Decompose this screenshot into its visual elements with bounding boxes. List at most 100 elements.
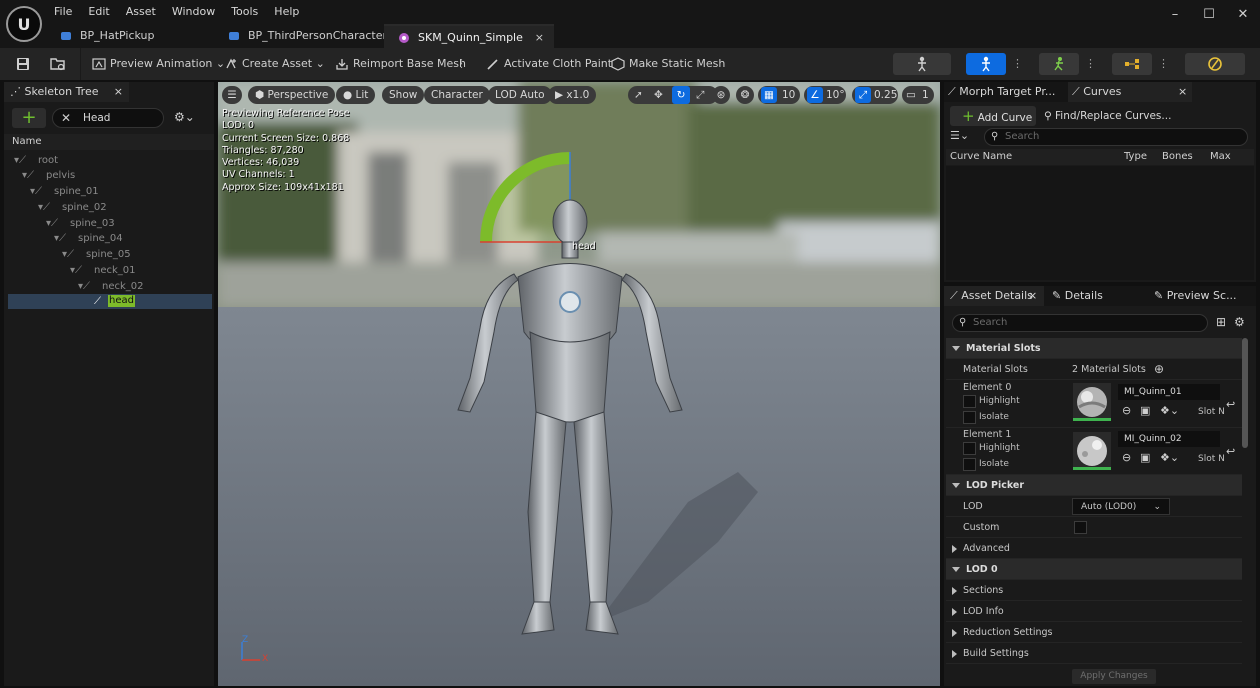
bone-row-spine-03[interactable]: ▾⟋ spine_03 (8, 216, 212, 231)
lod-dropdown[interactable]: Auto (LOD0) ⌄ (1072, 498, 1170, 515)
clear-search-icon[interactable]: ✕ (61, 111, 71, 125)
table-view-icon[interactable]: ⊞ (1216, 315, 1226, 329)
save-icon[interactable] (16, 57, 30, 71)
viewport-options-menu-icon[interactable]: ☰ (222, 86, 242, 104)
use-selected-arrow-icon[interactable]: ⊖ (1122, 404, 1131, 417)
highlight-checkbox[interactable] (963, 442, 976, 455)
camera-speed-control[interactable]: ▭ 1 (902, 86, 934, 104)
type-column[interactable]: Type (1124, 149, 1147, 165)
mesh-mode-options-icon[interactable]: ⋮ (1012, 48, 1023, 80)
settings-gear-icon[interactable]: ⚙ (1234, 315, 1245, 329)
add-curve-button[interactable]: + Add Curve (950, 106, 1036, 126)
grid-snap-control[interactable]: ▦ 10 (758, 86, 800, 104)
reimport-base-mesh-button[interactable]: Reimport Base Mesh (335, 48, 466, 80)
tab-asset-details[interactable]: ⟋ Asset Details × (944, 286, 1044, 306)
bones-column[interactable]: Bones (1162, 149, 1193, 165)
filter-icon[interactable]: ☰⌄ (950, 129, 969, 142)
bone-row-neck-01[interactable]: ▾⟋ neck_01 (8, 263, 212, 278)
bone-search-input[interactable]: ✕ Head (52, 108, 164, 128)
animation-mode-button[interactable] (1039, 53, 1079, 75)
lod-auto-button[interactable]: LOD Auto (488, 86, 552, 104)
character-button[interactable]: Character (424, 86, 490, 104)
mesh-mode-button[interactable] (966, 53, 1006, 75)
rotate-icon[interactable]: ↻ (672, 86, 690, 104)
close-tab-icon[interactable]: × (114, 82, 123, 102)
lod-info-row[interactable]: LOD Info (946, 601, 1242, 622)
maximize-button[interactable]: ☐ (1192, 0, 1226, 30)
add-slot-icon[interactable]: ⊕ (1154, 359, 1164, 380)
material-thumbnail[interactable] (1073, 432, 1111, 470)
material-slots-section-header[interactable]: Material Slots (946, 338, 1242, 359)
build-settings-row[interactable]: Build Settings (946, 643, 1242, 664)
angle-snap-control[interactable]: ∠ 10° (804, 86, 846, 104)
blueprint-mode-button[interactable] (1112, 53, 1152, 75)
details-search-input[interactable]: ⚲ Search (952, 314, 1208, 332)
preview-animation-button[interactable]: Preview Animation ⌄ (92, 48, 225, 80)
use-selected-arrow-icon[interactable]: ⊖ (1122, 451, 1131, 464)
select-arrow-icon[interactable]: ➚ (634, 86, 643, 104)
physics-mode-button[interactable] (1185, 53, 1245, 75)
menu-help[interactable]: Help (266, 3, 307, 21)
tab-skeleton-tree[interactable]: ⋰ Skeleton Tree × (4, 82, 129, 102)
menu-tools[interactable]: Tools (223, 3, 266, 21)
bone-row-root[interactable]: ▾⟋ root (8, 153, 212, 168)
show-button[interactable]: Show (382, 86, 425, 104)
tree-settings-gear-icon[interactable]: ⚙⌄ (174, 110, 195, 124)
material-name-field[interactable]: MI_Quinn_02 (1118, 431, 1220, 447)
animation-mode-options-icon[interactable]: ⋮ (1085, 48, 1096, 80)
close-tab-icon[interactable]: × (1028, 286, 1037, 306)
bone-row-spine-04[interactable]: ▾⟋ spine_04 (8, 231, 212, 246)
menu-window[interactable]: Window (164, 3, 223, 21)
advanced-row[interactable]: Advanced (946, 538, 1242, 559)
close-tab-icon[interactable]: × (1178, 82, 1187, 102)
scale-icon[interactable]: ⤢ (696, 86, 704, 104)
browse-folder-icon[interactable] (50, 57, 66, 71)
world-local-icon[interactable]: ⊛ (712, 86, 730, 104)
find-replace-curves-button[interactable]: ⚲ Find/Replace Curves... (1044, 106, 1171, 126)
reset-arrow-icon[interactable]: ↩ (1226, 445, 1235, 458)
apply-changes-button[interactable]: Apply Changes (1072, 669, 1156, 684)
material-options-icon[interactable]: ❖⌄ (1160, 404, 1179, 417)
activate-cloth-paint-button[interactable]: Activate Cloth Paint (486, 48, 612, 80)
custom-checkbox[interactable] (1074, 521, 1087, 534)
tab-details[interactable]: ✎ Details (1044, 286, 1148, 306)
curve-search-input[interactable]: ⚲ Search (984, 128, 1248, 146)
minimize-button[interactable]: – (1158, 0, 1192, 30)
preview-viewport[interactable]: head Z X ☰ ⬢ Perspective ● Lit Show Char… (218, 82, 940, 686)
reset-arrow-icon[interactable]: ↩ (1226, 398, 1235, 411)
add-bone-button[interactable]: + (12, 108, 46, 128)
menu-asset[interactable]: Asset (118, 3, 164, 21)
bone-row-neck-02[interactable]: ▾⟋ neck_02 (8, 279, 212, 294)
isolate-checkbox[interactable] (963, 411, 976, 424)
close-window-button[interactable]: ✕ (1226, 0, 1260, 30)
blueprint-mode-options-icon[interactable]: ⋮ (1158, 48, 1169, 80)
curve-name-column[interactable]: Curve Name (950, 149, 1012, 165)
tab-bp-hatpickup[interactable]: BP_HatPickup (46, 24, 216, 48)
lod0-section-header[interactable]: LOD 0 (946, 559, 1242, 580)
highlight-checkbox[interactable] (963, 395, 976, 408)
material-name-field[interactable]: MI_Quinn_01 (1118, 384, 1220, 400)
reduction-settings-row[interactable]: Reduction Settings (946, 622, 1242, 643)
material-options-icon[interactable]: ❖⌄ (1160, 451, 1179, 464)
browse-to-asset-icon[interactable]: ▣ (1140, 451, 1150, 464)
bone-row-pelvis[interactable]: ▾⟋ pelvis (8, 168, 212, 183)
bone-row-spine-02[interactable]: ▾⟋ spine_02 (8, 200, 212, 215)
scale-snap-control[interactable]: ⤢ 0.25 (852, 86, 898, 104)
make-static-mesh-button[interactable]: Make Static Mesh (611, 48, 725, 80)
browse-to-asset-icon[interactable]: ▣ (1140, 404, 1150, 417)
tab-preview-scene[interactable]: ✎ Preview Sc... (1148, 286, 1256, 306)
menu-file[interactable]: File (46, 3, 80, 21)
tab-curves[interactable]: ⟋ Curves × (1068, 82, 1192, 102)
close-tab-icon[interactable]: × (535, 26, 544, 50)
name-column-header[interactable]: Name (4, 134, 214, 150)
more-options-icon[interactable]: ⋮ (456, 48, 467, 80)
material-thumbnail[interactable] (1073, 383, 1111, 421)
lit-button[interactable]: ● Lit (336, 86, 376, 104)
perspective-button[interactable]: ⬢ Perspective (248, 86, 336, 104)
tab-morph-target-preview[interactable]: ⟋ Morph Target Pr... (944, 82, 1068, 102)
surface-snap-icon[interactable]: ❂ (736, 86, 754, 104)
tab-bp-thirdpersoncharacter[interactable]: BP_ThirdPersonCharacter (214, 24, 390, 48)
translate-icon[interactable]: ✥ (654, 86, 663, 104)
play-rate-button[interactable]: ▶ x1.0 (548, 86, 597, 104)
skeleton-mode-button[interactable] (893, 53, 951, 75)
